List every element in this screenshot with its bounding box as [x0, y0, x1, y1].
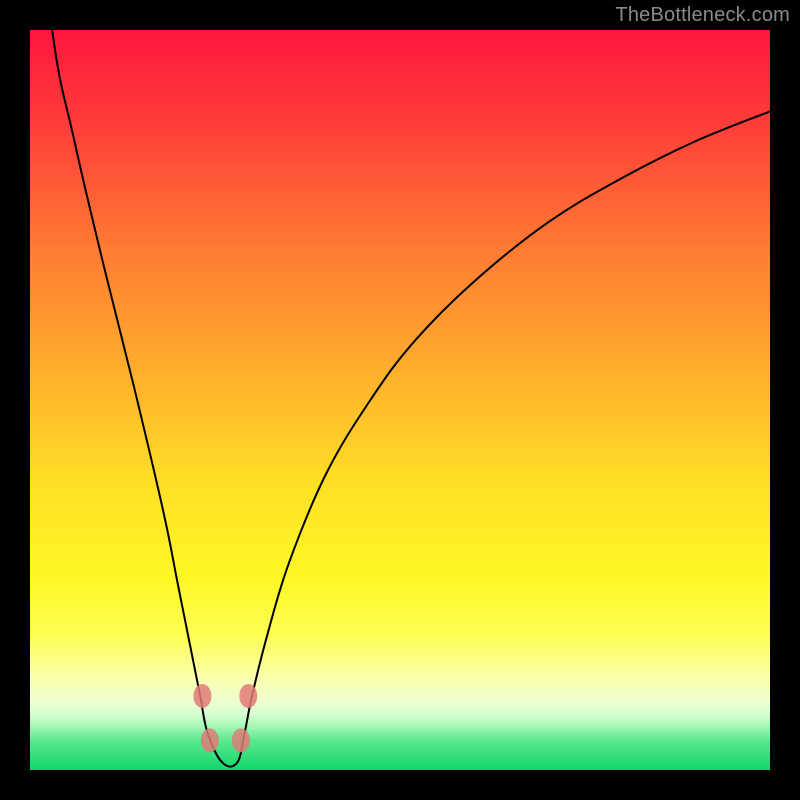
- curve-marker: [193, 684, 211, 708]
- curve-marker: [201, 728, 219, 752]
- curve-marker: [232, 728, 250, 752]
- bottleneck-curve: [30, 0, 770, 767]
- watermark-text: TheBottleneck.com: [615, 4, 790, 27]
- chart-frame: [30, 30, 770, 770]
- curve-marker: [239, 684, 257, 708]
- chart-svg: [30, 30, 770, 770]
